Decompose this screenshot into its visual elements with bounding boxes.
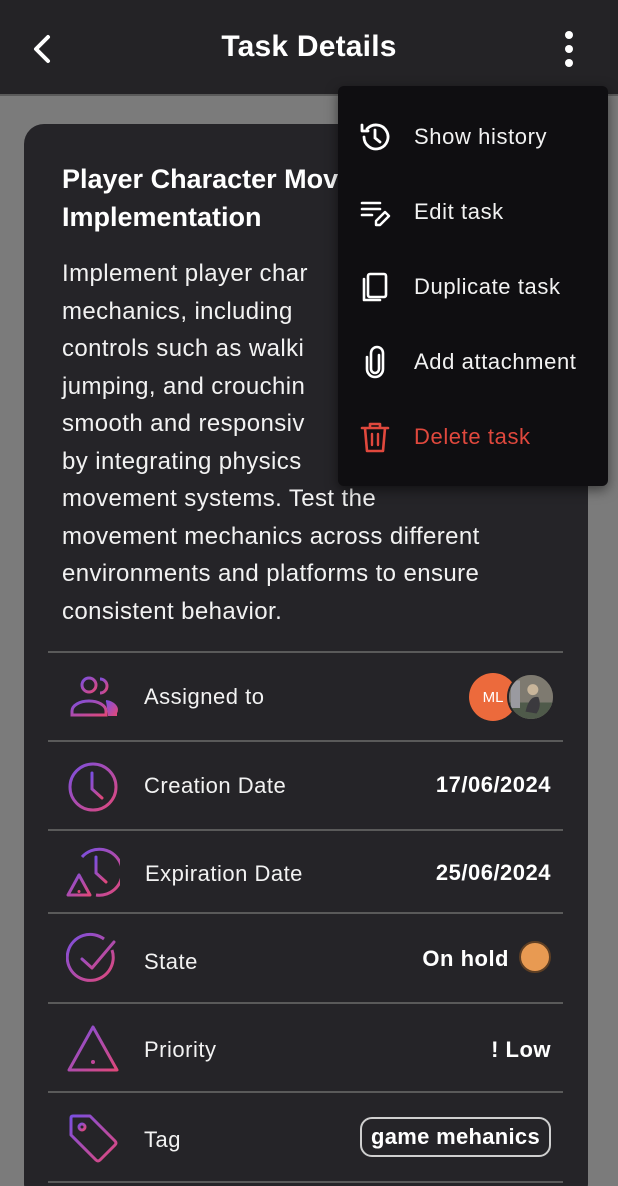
assigned-row[interactable]: Assigned to ML (48, 651, 563, 740)
description-line: movement mechanics across different (62, 522, 480, 550)
creation-date-row: Creation Date 17/06/2024 (48, 740, 563, 829)
menu-item-duplicate-task[interactable]: Duplicate task (338, 250, 608, 325)
top-app-bar: Task Details (0, 0, 618, 96)
state-row[interactable]: State On hold (48, 912, 563, 1001)
description-line: consistent behavior. (62, 597, 283, 625)
assignee-avatars[interactable]: ML (469, 673, 559, 721)
menu-item-edit-task[interactable]: Edit task (338, 175, 608, 250)
warning-triangle-icon (67, 1025, 119, 1072)
avatar-photo (507, 673, 555, 721)
copy-icon (362, 272, 388, 302)
priority-row[interactable]: Priority ! Low (48, 1002, 563, 1091)
state-label: State (144, 949, 198, 974)
menu-item-add-attachment[interactable]: Add attachment (338, 325, 608, 400)
trash-icon (360, 422, 390, 453)
state-value: On hold (422, 941, 551, 974)
page-title: Task Details (221, 30, 397, 63)
tag-label: Tag (144, 1127, 181, 1152)
clock-icon (68, 762, 118, 812)
history-icon (360, 123, 390, 151)
expiration-date-row: Expiration Date 25/06/2024 (48, 829, 563, 914)
state-color-dot (519, 941, 551, 974)
check-circle-icon (66, 932, 116, 982)
edit-icon (360, 201, 391, 227)
divider (48, 1181, 563, 1186)
tag-chip[interactable]: game mehanics (360, 1117, 551, 1157)
priority-value: ! Low (491, 1037, 551, 1062)
menu-item-label: Delete task (414, 424, 531, 449)
priority-label: Priority (144, 1037, 217, 1062)
assigned-label: Assigned to (144, 684, 265, 709)
clock-warning-icon (66, 847, 120, 897)
creation-date-value: 17/06/2024 (435, 772, 551, 797)
more-vert-icon[interactable] (556, 30, 582, 68)
overflow-menu: Show history Edit task Duplicate task Ad… (338, 86, 608, 486)
menu-item-delete-task[interactable]: Delete task (338, 400, 608, 475)
users-icon (70, 676, 118, 717)
tag-row[interactable]: Tag game mehanics (48, 1091, 563, 1180)
menu-item-label: Duplicate task (414, 274, 561, 299)
menu-item-show-history[interactable]: Show history (338, 100, 608, 175)
tag-icon (69, 1114, 118, 1163)
creation-date-label: Creation Date (144, 773, 287, 798)
menu-item-label: Add attachment (414, 349, 577, 374)
state-text: On hold (422, 946, 509, 971)
menu-item-label: Show history (414, 124, 548, 149)
description-line: environments and platforms to ensure (62, 560, 480, 587)
paperclip-icon (365, 345, 385, 379)
menu-item-label: Edit task (414, 199, 504, 224)
expiration-date-label: Expiration Date (145, 861, 303, 886)
expiration-date-value: 25/06/2024 (435, 860, 551, 885)
